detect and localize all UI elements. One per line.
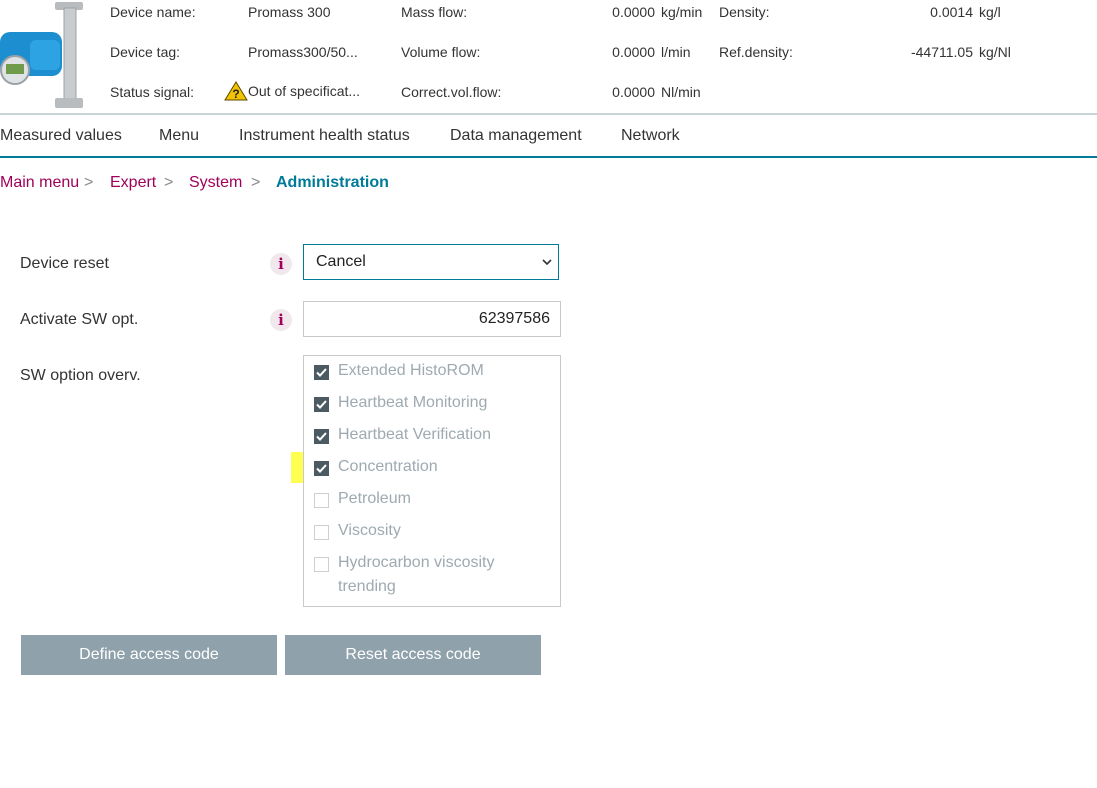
breadcrumb-separator: >: [251, 174, 261, 191]
list-item: Concentration: [314, 458, 528, 479]
info-icon[interactable]: i: [270, 309, 292, 331]
svg-text:?: ?: [232, 87, 239, 101]
option-label: Heartbeat Verification: [338, 426, 491, 443]
checkbox-checked[interactable]: [314, 461, 329, 476]
status-signal-label: Status signal:: [110, 84, 195, 100]
corr-vol-flow-value: 0.0000: [612, 84, 655, 100]
check-icon: [316, 368, 327, 377]
volume-flow-value: 0.0000: [612, 44, 655, 60]
mass-flow-unit: kg/min: [661, 4, 703, 20]
activate-sw-label: Activate SW opt.: [20, 311, 139, 328]
check-icon: [316, 432, 327, 441]
info-icon[interactable]: i: [270, 253, 292, 275]
checkbox-checked[interactable]: [314, 429, 329, 444]
list-item: Hydrocarbon viscosity trending: [314, 554, 513, 599]
chevron-down-icon: [542, 259, 552, 266]
nav-item-measured-values[interactable]: Measured values: [0, 127, 122, 145]
option-label: Petroleum: [338, 490, 411, 507]
reset-access-code-button[interactable]: Reset access code: [285, 635, 541, 675]
nav-item-instrument-health[interactable]: Instrument health status: [239, 127, 410, 145]
option-label: Heartbeat Monitoring: [338, 394, 488, 411]
check-icon: [316, 400, 327, 409]
sw-option-list: Extended HistoROM Heartbeat Monitoring H…: [303, 355, 561, 607]
device-reset-select[interactable]: Cancel: [303, 244, 559, 280]
list-item: Heartbeat Monitoring: [314, 394, 528, 415]
status-signal-text: Out of specificat...: [248, 83, 361, 99]
option-label: Concentration: [338, 458, 438, 475]
density-value: 0.0014: [930, 4, 973, 20]
activate-sw-input[interactable]: [303, 301, 561, 337]
breadcrumb-system[interactable]: System: [189, 174, 242, 192]
corr-vol-flow-unit: Nl/min: [661, 84, 701, 100]
nav-divider: [0, 156, 1097, 158]
nav-item-network[interactable]: Network: [621, 127, 680, 145]
status-signal-value[interactable]: ? Out of specificat...: [224, 81, 360, 101]
device-name-value: Promass 300: [248, 4, 331, 20]
option-label: Hydrocarbon viscosity trending: [338, 554, 495, 595]
ref-density-label: Ref.density:: [719, 44, 793, 60]
option-label: Extended HistoROM: [338, 362, 484, 379]
sw-overview-label: SW option overv.: [20, 367, 141, 384]
device-tag-label: Device tag:: [110, 44, 181, 60]
breadcrumb-main-menu[interactable]: Main menu: [0, 174, 79, 192]
ref-density-value: -44711.05: [910, 44, 973, 60]
device-image: [0, 2, 83, 108]
ref-density-unit: kg/Nl: [979, 44, 1011, 60]
define-access-code-button[interactable]: Define access code: [21, 635, 277, 675]
device-tag-value: Promass300/50...: [248, 44, 358, 60]
checkbox-unchecked[interactable]: [314, 557, 329, 572]
nav-item-menu[interactable]: Menu: [159, 127, 199, 145]
checkbox-unchecked[interactable]: [314, 493, 329, 508]
device-reset-label: Device reset: [20, 255, 109, 272]
volume-flow-label: Volume flow:: [401, 44, 481, 60]
breadcrumb-separator: >: [84, 174, 94, 191]
breadcrumb-current: Administration: [276, 174, 389, 191]
check-icon: [316, 464, 327, 473]
checkbox-checked[interactable]: [314, 397, 329, 412]
main-nav: Measured values Menu Instrument health s…: [0, 115, 1097, 157]
mass-flow-label: Mass flow:: [401, 4, 468, 20]
mass-flow-value: 0.0000: [612, 4, 655, 20]
list-item: Viscosity: [314, 522, 528, 543]
corr-vol-flow-label: Correct.vol.flow:: [401, 84, 502, 100]
volume-flow-unit: l/min: [661, 44, 691, 60]
device-reset-selected-value: Cancel: [316, 253, 366, 270]
checkbox-checked[interactable]: [314, 365, 329, 380]
breadcrumb-expert[interactable]: Expert: [110, 174, 156, 192]
option-label: Viscosity: [338, 522, 401, 539]
list-item: Heartbeat Verification: [314, 426, 528, 447]
device-name-label: Device name:: [110, 4, 196, 20]
list-item: Extended HistoROM: [314, 362, 528, 383]
warning-icon: ?: [224, 81, 248, 101]
checkbox-unchecked[interactable]: [314, 525, 329, 540]
density-label: Density:: [719, 4, 770, 20]
list-item: Petroleum: [314, 490, 528, 511]
nav-item-data-management[interactable]: Data management: [450, 127, 582, 145]
density-unit: kg/l: [979, 4, 1001, 20]
breadcrumb-separator: >: [164, 174, 174, 191]
